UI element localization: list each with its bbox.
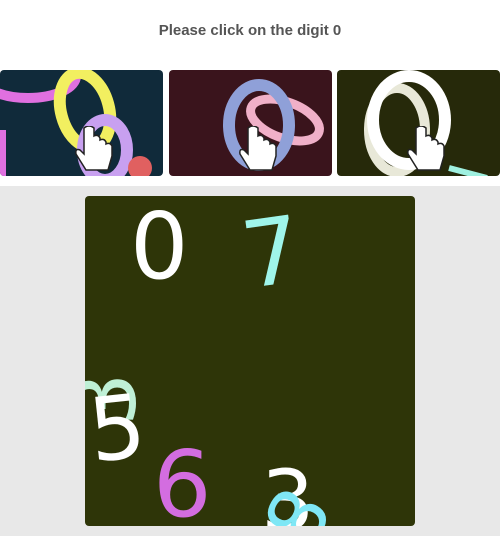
- digit-6[interactable]: 6: [153, 431, 212, 526]
- hand-cursor-icon: [75, 126, 113, 171]
- digit-5[interactable]: 5: [85, 374, 150, 482]
- challenge-image[interactable]: 0 7 3 5 6 3 8: [85, 196, 415, 526]
- hand-cursor-icon: [407, 126, 445, 171]
- hand-cursor-icon: [239, 126, 277, 171]
- digit-0[interactable]: 0: [130, 196, 189, 300]
- captcha-prompt: Please click on the digit 0: [158, 22, 342, 39]
